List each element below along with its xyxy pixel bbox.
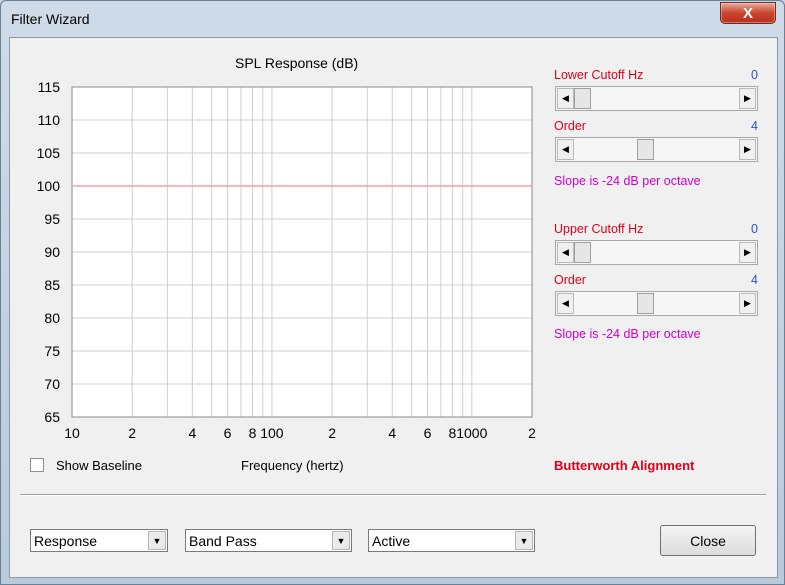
y-tick-label: 80	[44, 310, 60, 326]
scroll-right-icon[interactable]: ▶	[739, 293, 756, 314]
x-tick-label: 10	[64, 425, 80, 441]
view-select[interactable]: Response ▼	[30, 529, 168, 552]
y-tick-label: 105	[37, 145, 61, 161]
y-tick-label: 75	[44, 343, 60, 359]
upper-cutoff-slider[interactable]: ◀ ▶	[555, 240, 758, 265]
scroll-left-icon[interactable]: ◀	[557, 88, 574, 109]
chevron-down-icon[interactable]: ▼	[515, 531, 533, 550]
spl-chart: 6570758085909510010511011510 2 4 6 8 100 2 4 6 8 1…	[37, 79, 536, 441]
x-tick-label: 2	[128, 425, 136, 441]
scroll-right-icon[interactable]: ▶	[739, 139, 756, 160]
y-tick-label: 65	[44, 409, 60, 425]
filter-mode-select[interactable]: Active ▼	[368, 529, 535, 552]
lower-order-thumb[interactable]	[637, 139, 654, 160]
close-icon: X	[742, 4, 753, 22]
x-tick-label: 2	[528, 425, 536, 441]
chart-title: SPL Response (dB)	[235, 55, 359, 71]
y-tick-label: 115	[38, 79, 61, 95]
y-tick-label: 70	[44, 376, 60, 392]
chevron-down-icon[interactable]: ▼	[332, 531, 350, 550]
show-baseline-label[interactable]: Show Baseline	[56, 458, 142, 473]
upper-order-value: 4	[751, 273, 758, 287]
x-tick-label: 4	[388, 425, 396, 441]
scroll-left-icon[interactable]: ◀	[557, 139, 574, 160]
scroll-right-icon[interactable]: ▶	[739, 242, 756, 263]
upper-cutoff-label: Upper Cutoff Hz	[554, 222, 644, 236]
x-tick-label: 100	[260, 425, 284, 441]
lower-cutoff-slider[interactable]: ◀ ▶	[555, 86, 758, 111]
filter-wizard-window: Filter Wizard X 65 70 75 80 85 90 95 100 105 110 1…	[0, 0, 785, 585]
lower-cutoff-thumb[interactable]	[574, 88, 591, 109]
y-tick-label: 100	[37, 178, 61, 194]
lower-cutoff-label: Lower Cutoff Hz	[554, 68, 644, 82]
alignment-label: Butterworth Alignment	[554, 458, 695, 473]
lower-order-label: Order	[554, 119, 586, 133]
show-baseline-checkbox[interactable]	[30, 458, 44, 472]
lower-slope-text: Slope is -24 dB per octave	[554, 174, 701, 188]
y-tick-label: 85	[44, 277, 60, 293]
lower-order-slider[interactable]: ◀ ▶	[555, 137, 758, 162]
upper-order-label: Order	[554, 273, 586, 287]
dialog-body: 65 70 75 80 85 90 95 100 105 110 115 10 2 4 6 8 100 2 4 6 8 1…	[9, 37, 778, 578]
y-tick-label: 90	[44, 244, 60, 260]
window-close-button[interactable]: X	[720, 2, 776, 24]
divider	[20, 494, 766, 496]
scroll-left-icon[interactable]: ◀	[557, 293, 574, 314]
lower-cutoff-value: 0	[751, 68, 758, 82]
lower-order-value: 4	[751, 119, 758, 133]
x-tick-label: 6	[224, 425, 232, 441]
x-tick-label: 2	[328, 425, 336, 441]
filter-type-value: Band Pass	[189, 533, 257, 549]
chevron-down-icon[interactable]: ▼	[148, 531, 166, 550]
x-tick-label: 4	[188, 425, 196, 441]
close-button[interactable]: Close	[660, 525, 756, 556]
upper-cutoff-value: 0	[751, 222, 758, 236]
filter-mode-value: Active	[372, 533, 411, 549]
x-tick-label: 6	[424, 425, 432, 441]
scroll-left-icon[interactable]: ◀	[557, 242, 574, 263]
filter-type-select[interactable]: Band Pass ▼	[185, 529, 352, 552]
title-bar[interactable]: Filter Wizard X	[1, 1, 784, 35]
x-tick-label: 1000	[456, 425, 487, 441]
upper-cutoff-thumb[interactable]	[574, 242, 591, 263]
upper-order-thumb[interactable]	[637, 293, 654, 314]
upper-order-slider[interactable]: ◀ ▶	[555, 291, 758, 316]
y-tick-label: 110	[38, 112, 61, 128]
y-tick-label: 95	[44, 211, 60, 227]
x-tick-label: 8	[249, 425, 257, 441]
x-axis-label: Frequency (hertz)	[241, 458, 344, 473]
scroll-right-icon[interactable]: ▶	[739, 88, 756, 109]
view-select-value: Response	[34, 533, 98, 549]
upper-slope-text: Slope is -24 dB per octave	[554, 327, 701, 341]
window-title: Filter Wizard	[11, 11, 90, 27]
